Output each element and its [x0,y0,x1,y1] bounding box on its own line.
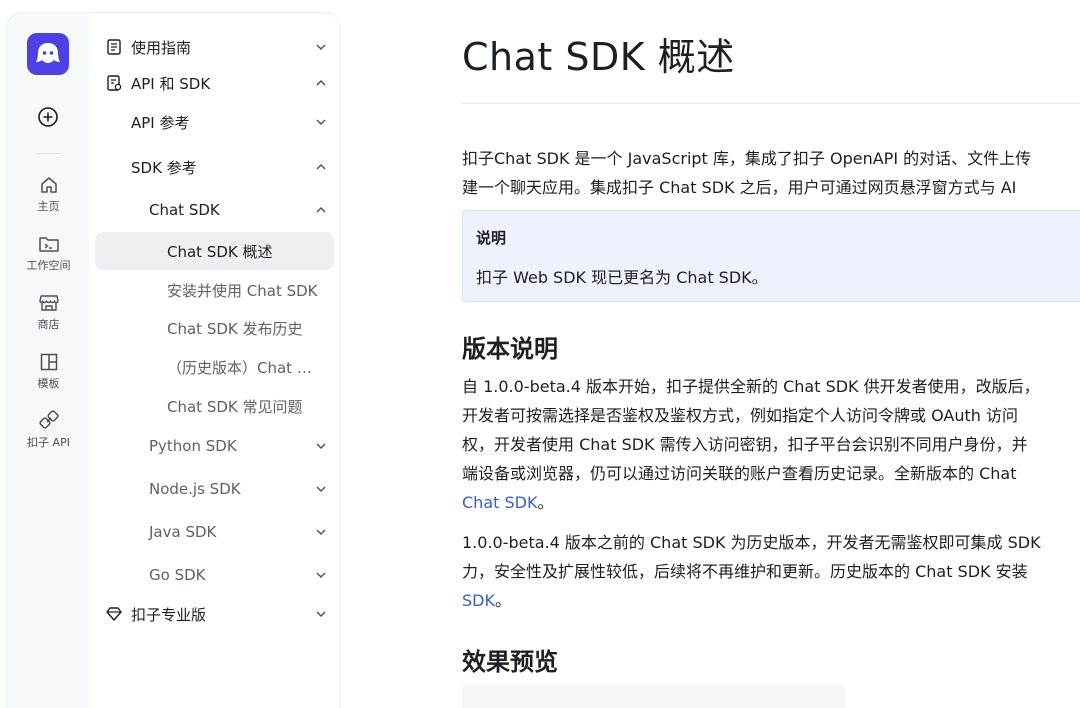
sidebar-item-label: Chat SDK [149,201,220,219]
chevron-up-icon [316,80,326,86]
doc-content: Chat SDK 概述 扣子Chat SDK 是一个 JavaScript 库，… [462,0,1080,708]
legacy-line-link: SDK。 [462,586,1041,615]
chevron-down-icon [316,443,326,449]
rail-label-templates: 模板 [37,377,60,390]
sidebar-item-label: Chat SDK 概述 [167,242,273,261]
sidebar-item-chat-sdk-overview[interactable]: Chat SDK 概述 [95,232,334,270]
page-title: Chat SDK 概述 [462,35,735,79]
legacy-paragraph: 1.0.0-beta.4 版本之前的 Chat SDK 为历史版本，开发者无需鉴… [462,528,1041,615]
section-heading-versions: 版本说明 [462,335,558,363]
chevron-down-icon [316,44,326,50]
sidebar-item-label: Go SDK [149,566,206,584]
chevron-down-icon [316,529,326,535]
rail-label-workspace: 工作空间 [26,259,71,272]
versions-line-link: Chat SDK。 [462,488,1040,517]
api-link-icon [38,410,59,429]
note-callout: 说明 扣子 Web SDK 现已更名为 Chat SDK。 [462,210,1080,302]
sidebar-item-label: Python SDK [149,437,237,455]
link-suffix: 。 [494,591,511,610]
legacy-sdk-link[interactable]: SDK [462,591,495,610]
note-body: 扣子 Web SDK 现已更名为 Chat SDK。 [476,268,768,287]
chat-sdk-link[interactable]: Chat SDK [462,493,537,512]
icon-rail: 主页 工作空间 商店 模板 扣子 API [6,12,89,708]
sidebar-item-label: Chat SDK 发布历史 [167,319,303,338]
sidebar-item-coze-pro[interactable]: 扣子专业版 [89,596,341,632]
rail-label-store: 商店 [37,318,60,331]
sidebar-item-api-sdk[interactable]: API 和 SDK [89,65,341,101]
chevron-up-icon [316,164,326,170]
sidebar-item-java-sdk[interactable]: Java SDK [89,514,341,550]
sidebar-item-sdk-reference[interactable]: SDK 参考 [89,149,341,185]
title-divider [462,103,1080,104]
sidebar-item-api-reference[interactable]: API 参考 [89,104,341,140]
sidebar-item-install-chat-sdk[interactable]: 安装并使用 Chat SDK [89,272,341,308]
versions-line: 端设备或浏览器，仍可以通过访问关联的账户查看历史记录。全新版本的 Chat [462,464,1017,483]
rail-label-api: 扣子 API [27,436,70,449]
sidebar-item-nodejs-sdk[interactable]: Node.js SDK [89,471,341,507]
sidebar-item-label: 扣子专业版 [131,605,207,624]
rail-item-store[interactable]: 商店 [7,293,90,332]
create-plus-icon[interactable] [37,106,59,128]
chevron-down-icon [316,611,326,617]
rail-item-home[interactable]: 主页 [7,175,90,214]
preview-image-placeholder [462,685,846,708]
sidebar-item-label: Node.js SDK [149,480,241,498]
chevron-down-icon [316,486,326,492]
sidebar-item-go-sdk[interactable]: Go SDK [89,557,341,593]
note-title: 说明 [476,229,507,247]
rail-item-templates[interactable]: 模板 [7,352,90,391]
api-doc-icon [107,75,122,91]
intro-line: 扣子Chat SDK 是一个 JavaScript 库，集成了扣子 OpenAP… [462,149,1032,168]
home-icon [40,177,57,193]
rail-label-home: 主页 [37,200,60,213]
sidebar-item-label: Chat SDK 常见问题 [167,397,303,416]
sidebar-item-label: SDK 参考 [131,158,197,177]
diamond-icon [106,607,122,621]
coze-logo-icon[interactable] [27,33,69,75]
versions-paragraph: 自 1.0.0-beta.4 版本开始，扣子提供全新的 Chat SDK 供开发… [462,372,1040,517]
sidebar-item-legacy-chat-sdk[interactable]: （历史版本）Chat … [89,349,341,385]
versions-line: 权，开发者使用 Chat SDK 需传入访问密钥，扣子平台会识别不同用户身份，并 [462,435,1028,454]
rail-item-workspace[interactable]: 工作空间 [7,234,90,273]
chevron-down-icon [316,572,326,578]
sidebar-item-label: 安装并使用 Chat SDK [167,281,318,300]
sidebar-item-label: API 参考 [131,113,190,132]
store-icon [38,295,59,311]
sidebar-item-guide[interactable]: 使用指南 [89,29,341,65]
sidebar-item-python-sdk[interactable]: Python SDK [89,428,341,464]
template-icon [40,353,57,371]
section-heading-preview: 效果预览 [462,648,558,676]
doc-icon [107,39,121,55]
sidebar-item-label: （历史版本）Chat … [167,358,312,377]
rail-item-api[interactable]: 扣子 API [7,409,90,450]
chevron-down-icon [316,119,326,125]
rail-divider [35,153,63,154]
intro-paragraph: 扣子Chat SDK 是一个 JavaScript 库，集成了扣子 OpenAP… [462,144,1031,202]
sidebar-item-label: 使用指南 [131,38,192,57]
legacy-line: 力，安全性及扩展性较低，后续将不再维护和更新。历史版本的 Chat SDK 安装 [462,562,1028,581]
sidebar-item-label: API 和 SDK [131,74,211,93]
link-suffix: 。 [537,493,554,512]
sidebar-item-chat-sdk-history[interactable]: Chat SDK 发布历史 [89,310,341,346]
chevron-up-icon [316,207,326,213]
sidebar-item-chat-sdk[interactable]: Chat SDK [89,192,341,228]
sidebar-item-label: Java SDK [149,523,217,541]
intro-line: 建一个聊天应用。集成扣子 Chat SDK 之后，用户可通过网页悬浮窗方式与 A… [462,178,1017,197]
versions-line: 自 1.0.0-beta.4 版本开始，扣子提供全新的 Chat SDK 供开发… [462,377,1040,396]
versions-line: 开发者可按需选择是否鉴权及鉴权方式，例如指定个人访问令牌或 OAuth 访问 [462,406,1018,425]
legacy-line: 1.0.0-beta.4 版本之前的 Chat SDK 为历史版本，开发者无需鉴… [462,533,1041,552]
docs-sidebar: 使用指南 API 和 SDK API 参考 SDK 参考 Chat SDK Ch… [89,12,341,708]
terminal-folder-icon [38,237,59,252]
sidebar-item-chat-sdk-faq[interactable]: Chat SDK 常见问题 [89,388,341,424]
